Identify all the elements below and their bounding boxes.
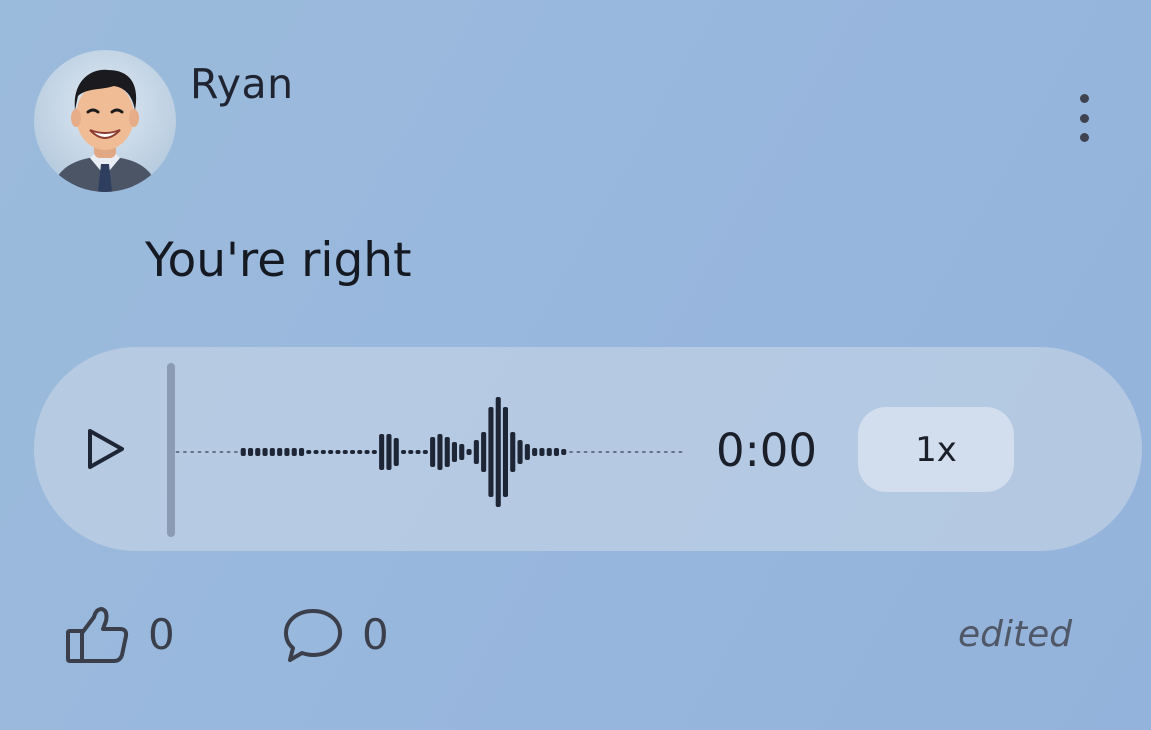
waveform-bar (313, 450, 319, 454)
voice-message-post: Ryan You're right 0:00 1x 0 0 edited (0, 0, 1151, 730)
waveform-bar (590, 451, 595, 453)
play-icon (88, 429, 124, 469)
avatar[interactable] (34, 50, 176, 192)
audio-player: 0:00 1x (34, 347, 1142, 551)
waveform-bar (444, 437, 450, 467)
more-vertical-icon-dot (1079, 133, 1089, 142)
comment-button[interactable]: 0 (282, 605, 389, 665)
waveform-bar (495, 397, 501, 507)
waveform-bar (583, 451, 588, 453)
waveform-bar (350, 450, 356, 454)
waveform-bar (182, 451, 187, 453)
waveform-bar (335, 450, 341, 454)
waveform-bar (284, 448, 290, 456)
edited-label: edited (958, 614, 1073, 655)
message-text: You're right (145, 233, 412, 288)
audio-waveform[interactable] (174, 377, 684, 527)
avatar-portrait (52, 69, 158, 192)
waveform-bar (248, 448, 254, 456)
waveform-bar (415, 450, 421, 454)
waveform-bar (546, 448, 552, 456)
waveform-bar (517, 440, 523, 464)
waveform-bar (386, 434, 392, 470)
waveform-bar (437, 434, 443, 470)
waveform-bar (190, 451, 195, 453)
waveform-bar (320, 450, 326, 454)
waveform-bar (255, 448, 261, 456)
comment-bubble-icon (284, 609, 342, 662)
waveform-bar (393, 438, 399, 466)
waveform-bar (561, 449, 567, 455)
waveform-bar (219, 451, 224, 453)
waveform-bar (212, 451, 217, 453)
waveform-bar (488, 407, 494, 497)
waveform-bar (524, 444, 530, 460)
waveform-bar (641, 451, 646, 453)
like-button[interactable]: 0 (66, 605, 175, 665)
like-count: 0 (148, 610, 175, 659)
comment-count: 0 (362, 610, 389, 659)
waveform-bar (466, 449, 472, 455)
thumbs-up-icon (66, 607, 129, 663)
waveform-bar (371, 450, 377, 454)
waveform-bar (539, 448, 545, 456)
more-vertical-icon-dot (1079, 113, 1089, 123)
waveform-bar (175, 451, 180, 453)
waveform-bar (277, 448, 283, 456)
waveform-bar (240, 448, 246, 456)
waveform-bar (532, 448, 538, 456)
waveform-bar (634, 451, 639, 453)
waveform-bar (422, 450, 428, 454)
waveform-bar (342, 450, 348, 454)
waveform-bar (197, 451, 202, 453)
waveform-bar (328, 450, 334, 454)
waveform-bar (459, 444, 465, 460)
waveform-bar (269, 448, 275, 456)
waveform-bar (299, 448, 305, 456)
more-vertical-icon (1079, 94, 1089, 103)
waveform-bar (663, 451, 668, 453)
waveform-bar (620, 451, 625, 453)
playback-time: 0:00 (716, 424, 818, 477)
waveform-bar (204, 451, 209, 453)
more-options-button[interactable] (1066, 92, 1102, 144)
waveform-bar (612, 451, 617, 453)
waveform-bar (605, 451, 610, 453)
waveform-bar (226, 451, 231, 453)
author-name[interactable]: Ryan (190, 58, 294, 110)
waveform-bar (481, 432, 487, 472)
waveform-bar (510, 432, 516, 472)
waveform-bar (364, 450, 370, 454)
waveform-bar (262, 448, 268, 456)
waveform-bar (291, 448, 297, 456)
waveform-bar (430, 437, 436, 467)
waveform-bar (627, 451, 632, 453)
waveform-bar (502, 407, 508, 497)
waveform-bar (678, 451, 683, 453)
waveform-bar (306, 450, 312, 454)
playback-speed-button[interactable]: 1x (858, 407, 1014, 492)
waveform-bar (357, 450, 363, 454)
waveform-bar (671, 451, 676, 453)
play-button[interactable] (82, 425, 130, 473)
waveform-bar (576, 451, 581, 453)
waveform-bar (473, 440, 479, 464)
waveform-bar (401, 450, 407, 454)
waveform-bar (233, 451, 238, 453)
waveform-bar (553, 448, 559, 456)
waveform-bar (451, 442, 457, 462)
waveform-bar (379, 434, 385, 470)
waveform-bar (408, 450, 414, 454)
waveform-bar (656, 451, 661, 453)
waveform-bar (649, 451, 654, 453)
waveform-bar (598, 451, 603, 453)
waveform-bar (569, 451, 574, 453)
